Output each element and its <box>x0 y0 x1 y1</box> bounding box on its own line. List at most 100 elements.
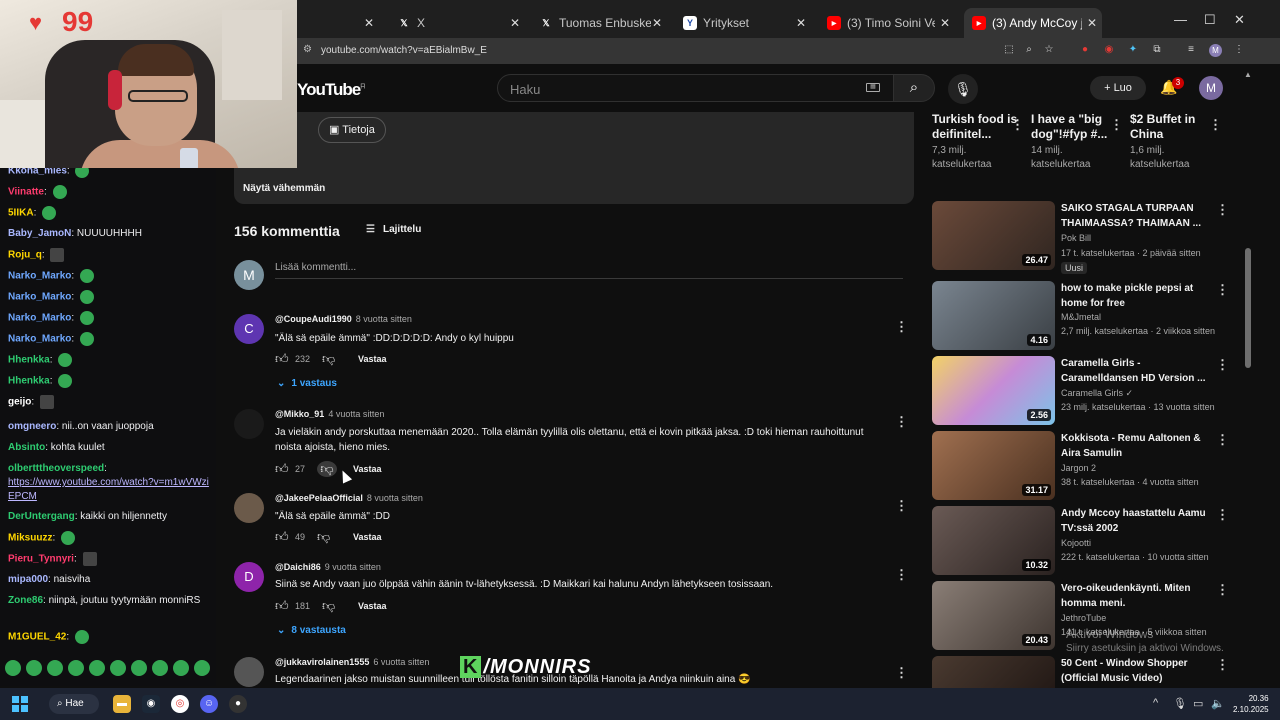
comment-author[interactable]: @Mikko_91 <box>275 409 324 419</box>
comment-menu-icon[interactable]: ⋮ <box>895 665 908 681</box>
comment-author[interactable]: @Daichi86 <box>275 562 321 572</box>
dislike-icon[interactable]: 👎︎ <box>317 461 338 477</box>
browser-tab[interactable]: ▶ (3) Timo Soini Veijo Votkin ✕ <box>819 11 955 35</box>
view-replies-button[interactable]: ⌄ 1 vastaus <box>277 378 337 389</box>
video-title[interactable]: Andy Mccoy haastattelu Aamu TV:ssä 2002 <box>1061 506 1206 536</box>
extensions-puzzle-icon[interactable]: ⧉ <box>1151 44 1163 56</box>
comment-menu-icon[interactable]: ⋮ <box>895 414 908 430</box>
close-tab-icon[interactable]: ✕ <box>1082 13 1102 33</box>
like-icon[interactable]: 👍︎ <box>275 529 291 545</box>
emote-icon[interactable] <box>152 660 168 676</box>
chat-username[interactable]: Narko_Marko <box>8 271 71 282</box>
chat-username[interactable]: Roju_q <box>8 250 42 261</box>
search-input[interactable] <box>510 80 850 98</box>
comment-time[interactable]: 4 vuotta sitten <box>328 409 384 419</box>
emote-icon[interactable] <box>194 660 210 676</box>
chat-username[interactable]: Hhenkka <box>8 355 50 366</box>
browser-tab-active[interactable]: ▶ (3) Andy McCoy ja Angela ✕ <box>964 8 1102 38</box>
emote-icon[interactable] <box>5 660 21 676</box>
recommended-video[interactable]: 31.17 Kokkisota - Remu Aaltonen & Aira S… <box>932 431 1232 501</box>
channel-name[interactable]: Kojootti <box>1061 538 1091 548</box>
video-menu-icon[interactable]: ⋮ <box>1216 507 1229 523</box>
emote-icon[interactable] <box>110 660 126 676</box>
chat-username[interactable]: DerUntergang <box>8 511 75 522</box>
maximize-icon[interactable]: ☐ <box>1204 12 1216 28</box>
channel-name[interactable]: Caramella Girls ✓ <box>1061 388 1133 399</box>
emote-icon[interactable] <box>89 660 105 676</box>
video-menu-icon[interactable]: ⋮ <box>1216 202 1229 218</box>
about-chip[interactable]: ▣ Tietoja <box>318 117 386 143</box>
browser-tab[interactable]: 𝕏 X ✕ <box>389 11 525 35</box>
video-menu-icon[interactable]: ⋮ <box>1216 282 1229 298</box>
reply-button[interactable]: Vastaa <box>353 532 382 542</box>
chat-username[interactable]: M1GUEL_42 <box>8 632 66 643</box>
chat-username[interactable]: Absinto <box>8 442 45 453</box>
chat-username[interactable]: omgneero <box>8 421 56 432</box>
keyboard-icon[interactable]: ▦ <box>866 83 880 92</box>
create-button[interactable]: + Luo <box>1090 76 1146 100</box>
chat-username[interactable]: Pieru_Tynnyri <box>8 554 74 565</box>
chat-username[interactable]: Narko_Marko <box>8 334 71 345</box>
chat-username[interactable]: olbertttheoverspeed <box>8 463 104 474</box>
close-tab-icon[interactable]: ✕ <box>359 13 379 33</box>
video-thumbnail[interactable]: 31.17 <box>932 431 1055 500</box>
like-icon[interactable]: 👍︎ <box>275 461 291 477</box>
address-bar[interactable]: ⚙ youtube.com/watch?v=aEBialmBw_E ⬚ ⌕ ☆ … <box>297 38 1280 64</box>
comment-author[interactable]: @jukkavirolainen1555 <box>275 657 369 667</box>
comment-avatar[interactable] <box>234 657 264 687</box>
obs-icon[interactable]: ● <box>229 695 247 713</box>
comment-time[interactable]: 9 vuotta sitten <box>325 562 381 572</box>
view-replies-button[interactable]: ⌄ 8 vastausta <box>277 625 346 636</box>
search-button[interactable]: ⌕ <box>893 74 935 102</box>
show-less-button[interactable]: Näytä vähemmän <box>243 183 325 194</box>
network-icon[interactable]: ▭ <box>1193 697 1203 710</box>
install-app-icon[interactable]: ⬚ <box>1003 44 1015 56</box>
recommended-video[interactable]: 4.16 how to make pickle pepsi at home fo… <box>932 281 1232 351</box>
add-comment-input[interactable]: Lisää kommentti... <box>275 262 356 273</box>
file-explorer-icon[interactable]: ▬ <box>113 695 131 713</box>
video-thumbnail[interactable] <box>932 656 1055 688</box>
volume-icon[interactable]: 🔈 <box>1211 697 1225 710</box>
video-thumbnail[interactable]: 4.16 <box>932 281 1055 350</box>
video-thumbnail[interactable]: 26.47 <box>932 201 1055 270</box>
channel-name[interactable]: Jargon 2 <box>1061 463 1096 473</box>
close-tab-icon[interactable]: ✕ <box>791 13 811 33</box>
comment-menu-icon[interactable]: ⋮ <box>895 319 908 335</box>
discord-icon[interactable]: ☺ <box>200 695 218 713</box>
extension-icon[interactable]: ✦ <box>1127 44 1139 56</box>
steam-icon[interactable]: ◉ <box>142 695 160 713</box>
reply-button[interactable]: Vastaa <box>353 464 382 474</box>
browser-tab[interactable]: ✕ <box>297 11 379 35</box>
video-title[interactable]: Kokkisota - Remu Aaltonen & Aira Samulin <box>1061 431 1206 461</box>
comment-avatar[interactable] <box>234 409 264 439</box>
browser-tab[interactable]: Y Yritykset ✕ <box>675 11 811 35</box>
site-info-icon[interactable]: ⚙ <box>303 44 312 55</box>
browser-profile-avatar[interactable]: M <box>1209 44 1222 57</box>
scroll-up-icon[interactable]: ▲ <box>1244 70 1252 79</box>
comment-time[interactable]: 8 vuotta sitten <box>356 314 412 324</box>
recommended-video[interactable]: 2.56 Caramella Girls - Caramelldansen HD… <box>932 356 1232 426</box>
extension-icon[interactable]: ◉ <box>1103 44 1115 56</box>
account-avatar[interactable]: M <box>1199 76 1223 100</box>
tray-chevron-icon[interactable]: ^ <box>1153 697 1158 709</box>
video-thumbnail[interactable]: 20.43 <box>932 581 1055 650</box>
chat-username[interactable]: Zone86 <box>8 595 43 606</box>
video-menu-icon[interactable]: ⋮ <box>1216 582 1229 598</box>
comment-menu-icon[interactable]: ⋮ <box>895 567 908 583</box>
channel-name[interactable]: Pok Bill <box>1061 233 1091 243</box>
comment-avatar[interactable]: C <box>234 314 264 344</box>
chat-username[interactable]: Hhenkka <box>8 376 50 387</box>
video-menu-icon[interactable]: ⋮ <box>1216 357 1229 373</box>
chat-username[interactable]: Viinatte <box>8 187 44 198</box>
recommended-video[interactable]: 10.32 Andy Mccoy haastattelu Aamu TV:ssä… <box>932 506 1232 576</box>
recommended-video[interactable]: 50 Cent - Window Shopper (Official Music… <box>932 656 1232 688</box>
dislike-icon[interactable]: 👎︎ <box>322 598 338 614</box>
video-thumbnail[interactable]: 10.32 <box>932 506 1055 575</box>
voice-search-button[interactable]: 🎙 <box>948 74 978 104</box>
comment-time[interactable]: 8 vuotta sitten <box>367 493 423 503</box>
close-tab-icon[interactable]: ✕ <box>935 13 955 33</box>
chat-username[interactable]: 5IIKA <box>8 208 34 219</box>
taskbar-clock[interactable]: 20.36 2.10.2025 <box>1233 693 1269 715</box>
close-tab-icon[interactable]: ✕ <box>647 13 667 33</box>
close-tab-icon[interactable]: ✕ <box>505 13 525 33</box>
